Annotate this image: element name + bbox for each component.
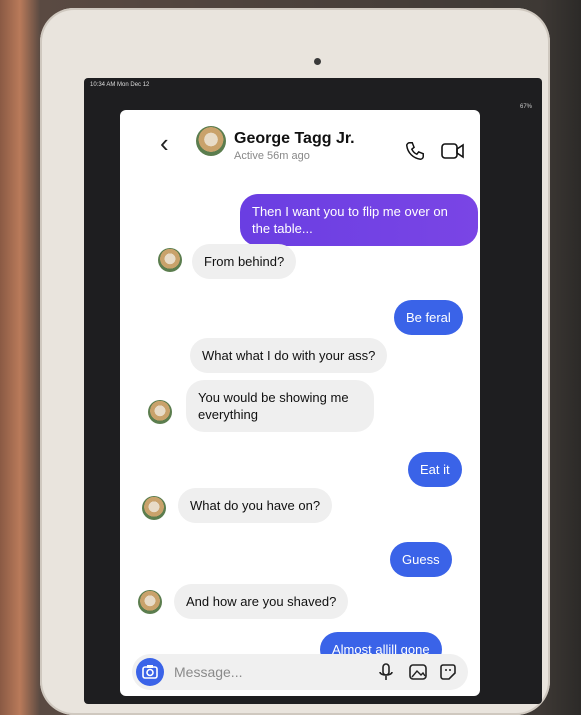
ipad-screen: 10:34 AM Mon Dec 12 67% ‹ George Tagg Jr…: [84, 78, 542, 704]
message-bubble: You would be showing me everything: [186, 380, 374, 432]
front-camera: [314, 58, 321, 65]
status-time: 10:34 AM Mon Dec 12: [90, 82, 150, 88]
contact-avatar-small: [158, 248, 182, 272]
phone-icon[interactable]: [404, 140, 426, 162]
chat-header: ‹ George Tagg Jr. Active 56m ago: [120, 110, 480, 180]
microphone-icon[interactable]: [376, 662, 396, 682]
message-bubble: Eat it: [408, 452, 462, 487]
sticker-icon[interactable]: [438, 662, 458, 682]
message-composer[interactable]: Message...: [132, 654, 468, 690]
message-input[interactable]: Message...: [174, 664, 242, 680]
contact-avatar-small: [148, 400, 172, 424]
message-bubble: And how are you shaved?: [174, 584, 349, 619]
contact-avatar[interactable]: [196, 126, 226, 156]
active-status: Active 56m ago: [234, 150, 310, 162]
video-camera-icon[interactable]: [440, 140, 466, 162]
contact-avatar-small: [142, 496, 166, 520]
chat-window: ‹ George Tagg Jr. Active 56m ago Then I …: [120, 110, 480, 696]
status-bar: 10:34 AM Mon Dec 12: [84, 78, 542, 96]
contact-name[interactable]: George Tagg Jr.: [234, 130, 355, 148]
message-bubble: Be feral: [394, 300, 463, 335]
gallery-icon[interactable]: [408, 662, 428, 682]
camera-icon[interactable]: [136, 658, 164, 686]
battery-status: 67%: [519, 104, 532, 110]
message-bubble: Guess: [390, 542, 452, 577]
message-bubble: What do you have on?: [178, 488, 333, 523]
message-bubble: Then I want you to flip me over on the t…: [240, 194, 478, 246]
message-bubble: What what I do with your ass?: [190, 338, 388, 373]
back-chevron-icon[interactable]: ‹: [160, 128, 169, 159]
contact-avatar-small: [138, 590, 162, 614]
message-bubble: From behind?: [192, 244, 297, 279]
